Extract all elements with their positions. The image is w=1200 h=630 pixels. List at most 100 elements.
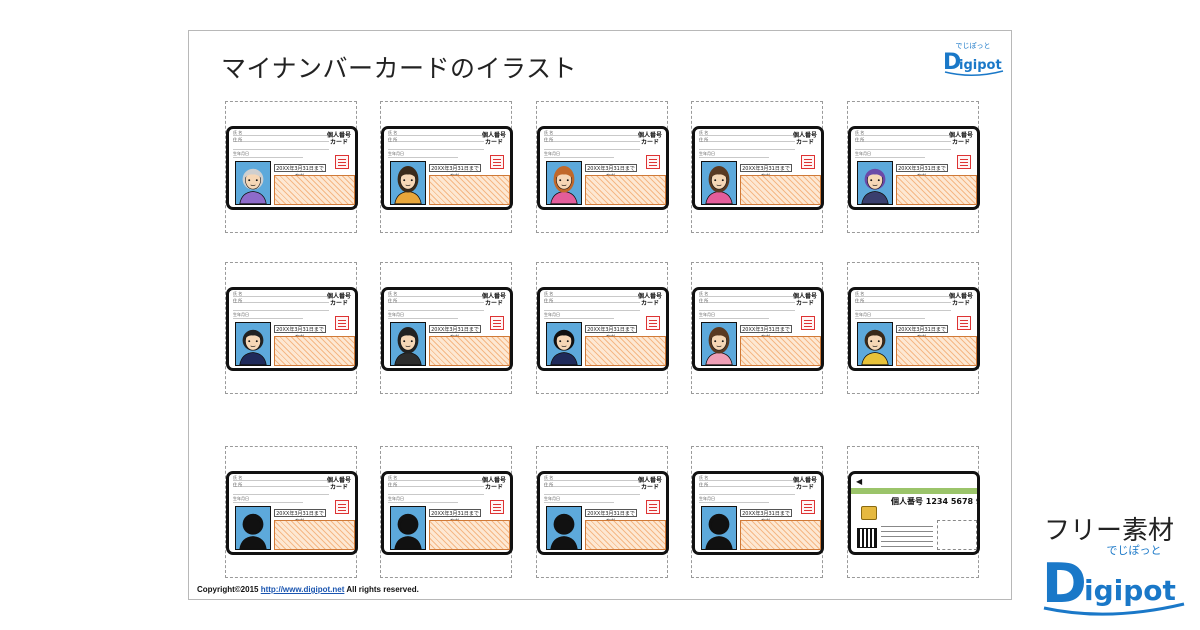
person-portrait-icon [550, 166, 578, 204]
mynumber-card-front[interactable]: 氏 名住 所生年月日 個人番号カード 20XX年3月31日まで有効 [692, 471, 824, 555]
card-field-line [544, 318, 614, 319]
card-slot[interactable]: 氏 名住 所生年月日 個人番号カード 20XX年3月31日まで有効 [225, 446, 358, 578]
card-slot[interactable]: 氏 名住 所生年月日 個人番号カード 20XX年3月31日まで有効 [847, 101, 980, 233]
card-slot[interactable]: 氏 名住 所生年月日 個人番号カード 20XX年3月31日まで有効 [847, 262, 980, 394]
card-header-line2: カード [640, 484, 659, 491]
card-field-line [544, 310, 640, 311]
card-field-line [233, 502, 303, 503]
website-link[interactable]: http://www.digipot.net [261, 585, 345, 594]
validity-text: 20XX年3月31日まで有効 [274, 325, 326, 341]
photo-frame [235, 506, 271, 550]
card-slot[interactable]: 氏 名住 所生年月日 個人番号カード 20XX年3月31日まで有効 [691, 446, 824, 578]
digipot-logo-large[interactable]: でじぽっと D igipot [1038, 540, 1188, 620]
photo-frame [235, 161, 271, 205]
mynumber-card-front[interactable]: 氏 名住 所生年月日 個人番号カード 20XX年3月31日まで有効 [381, 471, 513, 555]
mynumber-card-front[interactable]: 氏 名住 所生年月日 個人番号カード 20XX年3月31日まで有効 [537, 126, 669, 210]
card-slot[interactable]: 氏 名住 所生年月日 個人番号カード 20XX年3月31日まで有効 [536, 446, 669, 578]
mynumber-card-back[interactable]: ◀ 個人番号 1234 5678 9012 [848, 471, 980, 555]
card-field-line [388, 141, 484, 142]
card-slot[interactable]: ◀ 個人番号 1234 5678 9012 [847, 446, 980, 578]
card-slot[interactable]: 氏 名住 所生年月日 個人番号カード 20XX年3月31日まで有効 [380, 101, 513, 233]
digipot-logo-small[interactable]: でじぽっと D igipot [941, 39, 1005, 79]
arrow-icon: ◀ [856, 477, 863, 486]
name-label: 氏 名 [544, 291, 554, 296]
card-field-line [855, 318, 925, 319]
mynumber-card-front[interactable]: 氏 名住 所生年月日 個人番号カード 20XX年3月31日まで有効 [692, 126, 824, 210]
card-header: 個人番号 カード [482, 132, 506, 146]
name-label: 氏 名 [233, 475, 243, 480]
mynumber-card-front[interactable]: 氏 名住 所生年月日 個人番号カード 20XX年3月31日まで有効 [692, 287, 824, 371]
card-slot[interactable]: 氏 名住 所生年月日 個人番号カード 20XX年3月31日まで有効 [380, 262, 513, 394]
card-field-line [855, 302, 951, 303]
birth-label: 生年月日 [699, 151, 715, 156]
security-pattern [740, 175, 821, 205]
card-slot[interactable]: 氏 名住 所生年月日 個人番号カード 20XX年3月31日まで有効 [536, 101, 669, 233]
card-field-line [388, 296, 484, 297]
card-field-line [233, 141, 329, 142]
card-field-line [388, 149, 484, 150]
card-header-line1: 個人番号 [481, 132, 506, 139]
mynumber-card-front[interactable]: 氏 名住 所生年月日 個人番号カード 20XX年3月31日まで有効 [537, 287, 669, 371]
mynumber-card-front[interactable]: 氏 名住 所生年月日 個人番号カード 20XX年3月31日まで有効 [848, 287, 980, 371]
card-slot[interactable]: 氏 名住 所生年月日 個人番号カード 20XX年3月31日まで有効 [225, 101, 358, 233]
card-slot[interactable]: 氏 名住 所生年月日 個人番号カード 20XX年3月31日まで有効 [691, 101, 824, 233]
card-field-line [855, 149, 951, 150]
address-label: 住 所 [544, 482, 554, 487]
card-field-line [233, 480, 329, 481]
address-label: 住 所 [855, 137, 865, 142]
mynumber-card-front[interactable]: 氏 名住 所生年月日 個人番号カード 20XX年3月31日まで有効 [537, 471, 669, 555]
security-pattern [429, 520, 510, 550]
card-header-line1: 個人番号 [481, 477, 506, 484]
card-header-line1: 個人番号 [481, 293, 506, 300]
address-label: 住 所 [855, 298, 865, 303]
card-field-line [388, 157, 458, 158]
card-header-line2: カード [640, 300, 659, 307]
person-portrait-icon [239, 329, 267, 365]
validity-text: 20XX年3月31日まで有効 [429, 164, 481, 180]
birth-label: 生年月日 [388, 312, 404, 317]
validity-text: 20XX年3月31日まで有効 [585, 509, 637, 525]
card-slot[interactable]: 氏 名住 所生年月日 個人番号カード 20XX年3月31日まで有効 [380, 446, 513, 578]
card-field-line [388, 135, 484, 136]
photo-frame [857, 161, 893, 205]
security-pattern [585, 520, 666, 550]
card-field-line [699, 296, 795, 297]
official-seal-icon [957, 155, 971, 169]
address-label: 住 所 [388, 298, 398, 303]
name-label: 氏 名 [388, 130, 398, 135]
card-header: 個人番号 カード [793, 132, 817, 146]
card-slot[interactable]: 氏 名住 所生年月日 個人番号カード 20XX年3月31日まで有効 [691, 262, 824, 394]
official-seal-icon [957, 316, 971, 330]
card-field-line [233, 302, 329, 303]
photo-frame [390, 322, 426, 366]
copyright-text: Copyright©2015 [197, 585, 259, 594]
svg-text:igipot: igipot [1084, 574, 1176, 607]
birth-label: 生年月日 [233, 496, 249, 501]
birth-label: 生年月日 [544, 312, 560, 317]
card-slot[interactable]: 氏 名住 所生年月日 個人番号カード 20XX年3月31日まで有効 [225, 262, 358, 394]
card-header-line2: カード [329, 139, 348, 146]
card-field-line [233, 494, 329, 495]
birth-label: 生年月日 [544, 496, 560, 501]
birth-label: 生年月日 [388, 151, 404, 156]
mynumber-card-front[interactable]: 氏 名住 所生年月日 個人番号カード 20XX年3月31日まで有効 [226, 287, 358, 371]
address-label: 住 所 [544, 298, 554, 303]
card-header-line2: カード [484, 484, 503, 491]
birth-label: 生年月日 [699, 312, 715, 317]
card-stripe [851, 488, 977, 494]
card-slot[interactable]: 氏 名住 所生年月日 個人番号カード 20XX年3月31日まで有効 [536, 262, 669, 394]
card-field-line [855, 157, 925, 158]
card-header-line1: 個人番号 [326, 132, 351, 139]
mynumber-card-front[interactable]: 氏 名住 所生年月日 個人番号カード 20XX年3月31日まで有効 [381, 287, 513, 371]
photo-frame [546, 506, 582, 550]
mynumber-card-front[interactable]: 氏 名住 所生年月日 個人番号カード 20XX年3月31日まで有効 [848, 126, 980, 210]
mynumber-card-front[interactable]: 氏 名住 所生年月日 個人番号カード 20XX年3月31日まで有効 [381, 126, 513, 210]
address-label: 住 所 [388, 482, 398, 487]
card-header-line1: 個人番号 [948, 132, 973, 139]
mynumber-card-front[interactable]: 氏 名住 所生年月日 個人番号カード 20XX年3月31日まで有効 [226, 126, 358, 210]
validity-text: 20XX年3月31日まで有効 [585, 164, 637, 180]
mynumber-card-front[interactable]: 氏 名住 所生年月日 個人番号カード 20XX年3月31日まで有効 [226, 471, 358, 555]
card-field-line [855, 141, 951, 142]
name-label: 氏 名 [233, 130, 243, 135]
person-portrait-icon [239, 513, 267, 549]
